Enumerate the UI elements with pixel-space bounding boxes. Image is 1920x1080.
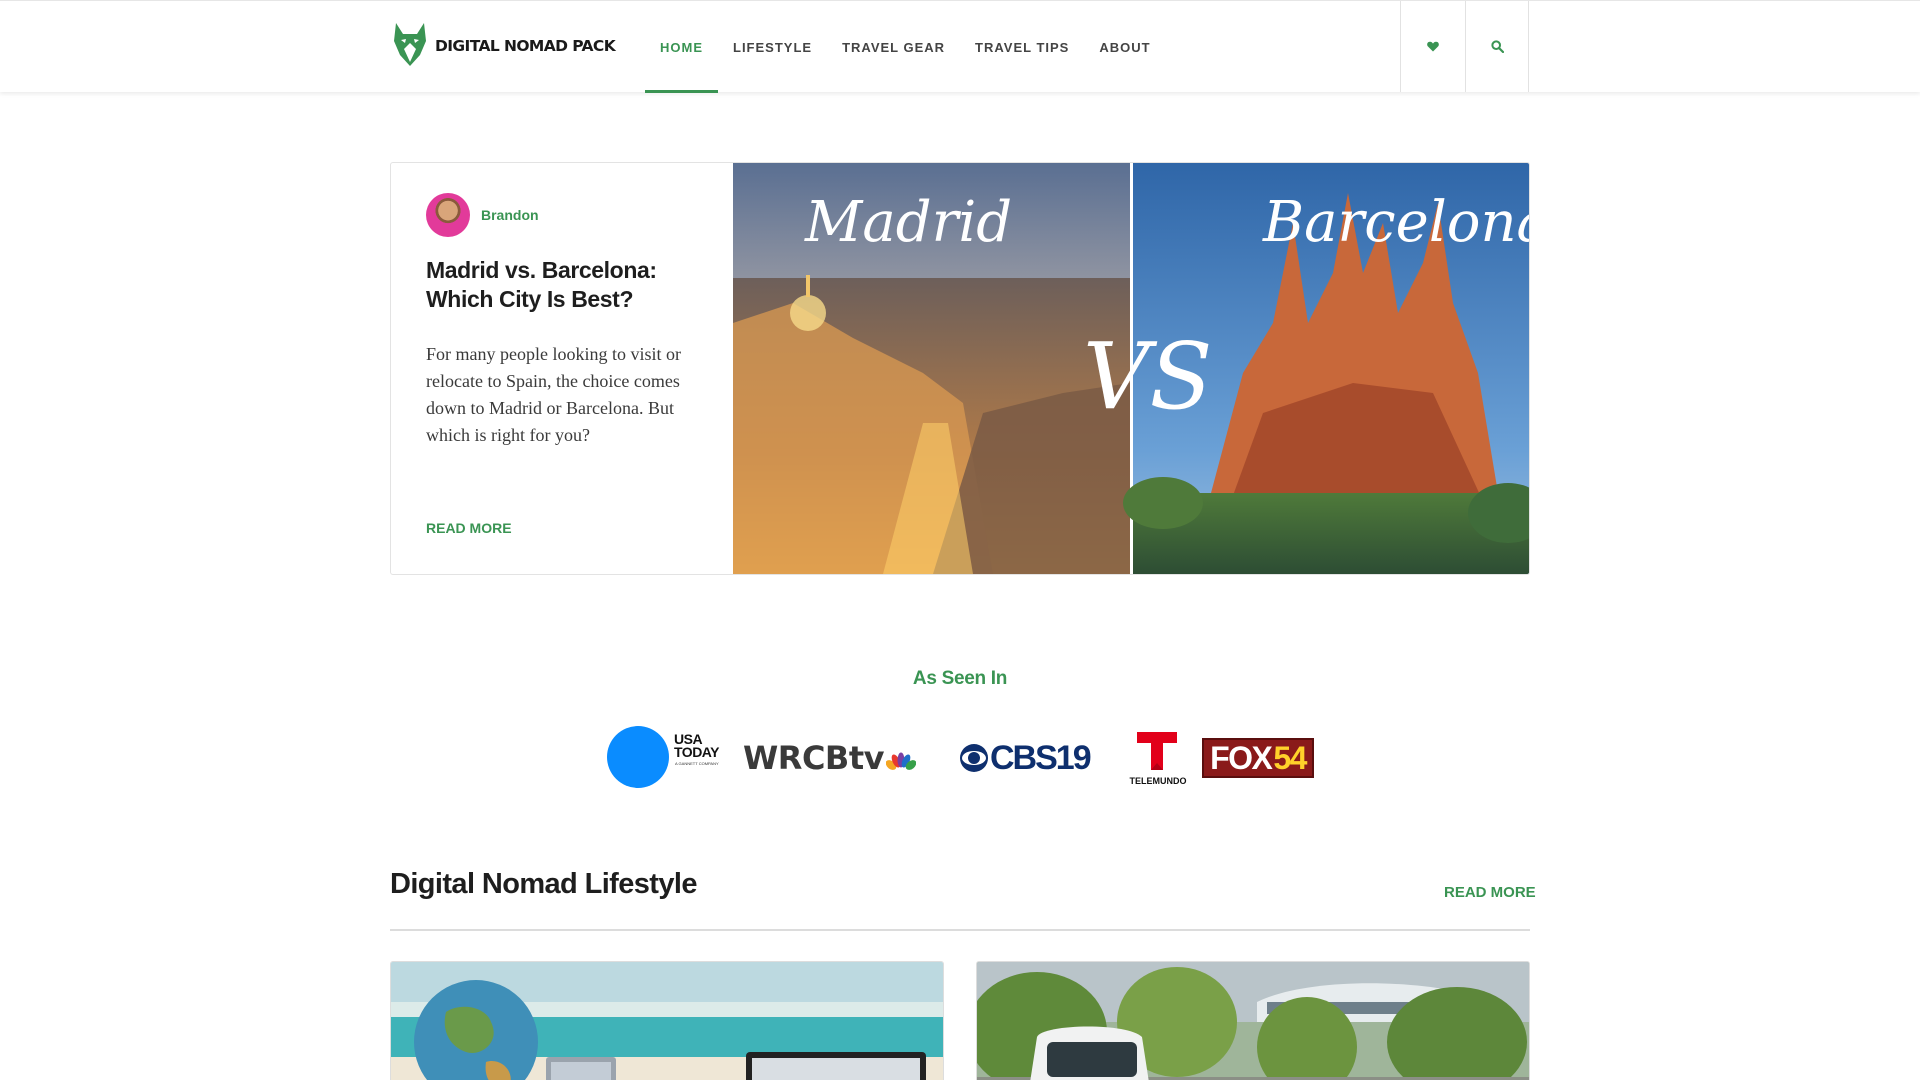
nav-item-travel-gear[interactable]: TRAVEL GEAR	[827, 1, 960, 93]
author-name[interactable]: Brandon	[481, 207, 539, 223]
section-divider	[390, 929, 1530, 931]
post-author[interactable]: Brandon	[426, 193, 698, 237]
featured-read-more-link[interactable]: READ MORE	[426, 520, 512, 536]
featured-post-body: Brandon Madrid vs. Barcelona: Which City…	[391, 163, 733, 574]
wolf-logo-icon	[394, 23, 426, 66]
section-read-more-link[interactable]: READ MORE	[1444, 884, 1536, 901]
heart-icon	[1426, 41, 1439, 52]
wrcbtv-logo: WRCBtv	[743, 738, 916, 778]
usa-today-dot-icon	[607, 726, 669, 788]
usa-today-logo: USA TODAY A GANNETT COMPANY	[607, 726, 729, 788]
lifestyle-post-image-2[interactable]	[976, 961, 1530, 1080]
cbs-eye-icon	[960, 744, 988, 772]
featured-post-card: Brandon Madrid vs. Barcelona: Which City…	[390, 162, 1530, 575]
search-button[interactable]	[1465, 1, 1529, 92]
nav-item-about[interactable]: ABOUT	[1084, 1, 1165, 93]
telemundo-t-icon	[1137, 732, 1177, 770]
telemundo-logo: TELEMUNDO	[1125, 730, 1191, 788]
author-avatar	[426, 193, 470, 237]
nav-item-lifestyle[interactable]: LIFESTYLE	[718, 1, 827, 93]
featured-post-title[interactable]: Madrid vs. Barcelona: Which City Is Best…	[426, 256, 698, 314]
featured-post-image[interactable]: Madrid VS Barcelona	[733, 163, 1530, 574]
cbs19-logo: CBS19	[959, 739, 1092, 777]
image-label-madrid: Madrid	[804, 190, 1012, 255]
nav-item-travel-tips[interactable]: TRAVEL TIPS	[960, 1, 1084, 93]
search-icon	[1490, 40, 1504, 53]
beach-laptop-image	[391, 962, 943, 1080]
nav-item-home[interactable]: HOME	[645, 1, 718, 93]
lifestyle-post-image[interactable]	[390, 961, 944, 1080]
featured-post-excerpt: For many people looking to visit or relo…	[426, 344, 681, 445]
site-header: DIGITAL NOMAD PACK HOME LIFESTYLE TRAVEL…	[0, 0, 1920, 93]
image-label-vs: VS	[1083, 323, 1212, 430]
main-nav: HOME LIFESTYLE TRAVEL GEAR TRAVEL TIPS A…	[645, 1, 1166, 93]
image-label-barcelona: Barcelona	[1262, 190, 1530, 255]
logo-text: DIGITAL NOMAD PACK	[435, 37, 616, 55]
peacock-icon	[885, 752, 916, 770]
favorites-button[interactable]	[1400, 1, 1464, 92]
fox54-logo: FOX 54	[1202, 738, 1314, 778]
section-title: Digital Nomad Lifestyle	[390, 868, 697, 900]
as-seen-in-title: As Seen In	[912, 668, 1008, 689]
site-logo[interactable]: DIGITAL NOMAD PACK	[390, 21, 616, 67]
city-vehicle-image	[977, 962, 1529, 1080]
